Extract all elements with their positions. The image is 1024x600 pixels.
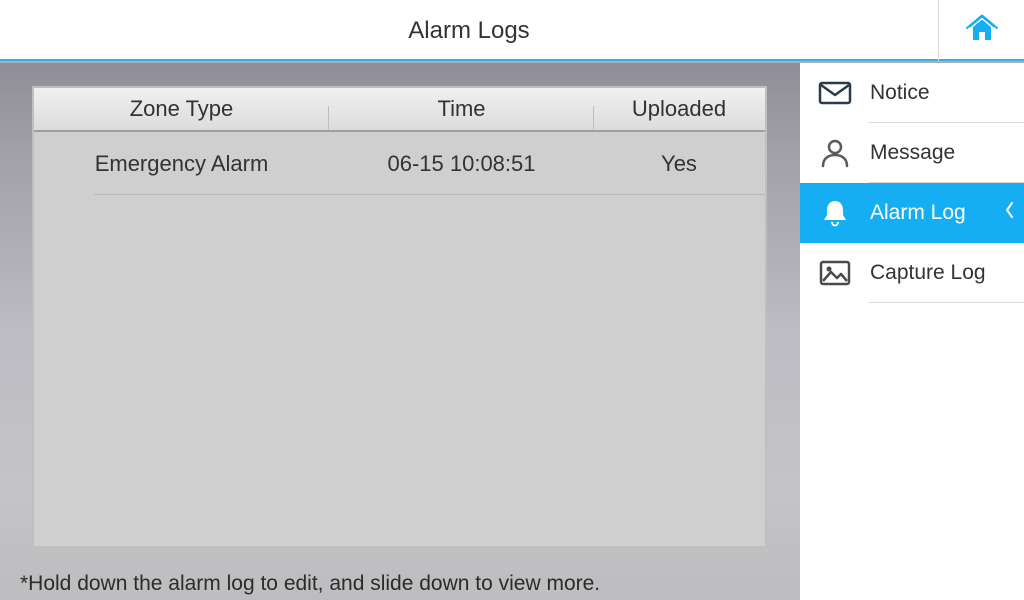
sidebar-item-alarm-log[interactable]: Alarm Log bbox=[800, 183, 1024, 243]
col-header-time-label: Time bbox=[437, 96, 485, 121]
col-header-zone-label: Zone Type bbox=[130, 96, 234, 121]
cell-uploaded: Yes bbox=[594, 151, 764, 177]
cell-zone: Emergency Alarm bbox=[34, 151, 329, 177]
hint-text: *Hold down the alarm log to edit, and sl… bbox=[20, 572, 790, 600]
sidebar: Notice Message Alarm Log bbox=[800, 63, 1024, 600]
chevron-left-icon bbox=[1004, 201, 1014, 225]
col-header-time: Time bbox=[329, 96, 594, 122]
sidebar-item-label: Notice bbox=[870, 81, 930, 105]
page-title: Alarm Logs bbox=[0, 0, 938, 61]
bell-icon bbox=[818, 198, 852, 228]
col-header-uploaded: Uploaded bbox=[594, 96, 764, 122]
sidebar-item-message[interactable]: Message bbox=[800, 123, 1024, 183]
sidebar-item-label: Message bbox=[870, 141, 955, 165]
sidebar-item-capture-log[interactable]: Capture Log bbox=[800, 243, 1024, 303]
alarm-log-panel: Zone Type Time Uploaded Emergency Alarm … bbox=[32, 86, 767, 548]
table-header: Zone Type Time Uploaded bbox=[34, 88, 765, 132]
sidebar-item-label: Capture Log bbox=[870, 261, 986, 285]
envelope-icon bbox=[818, 78, 852, 108]
menu-separator bbox=[868, 302, 1024, 303]
home-icon bbox=[966, 13, 998, 48]
person-icon bbox=[818, 138, 852, 168]
home-button[interactable] bbox=[938, 0, 1024, 61]
sidebar-item-notice[interactable]: Notice bbox=[800, 63, 1024, 123]
table-body[interactable]: Emergency Alarm 06-15 10:08:51 Yes bbox=[34, 134, 765, 546]
sidebar-item-label: Alarm Log bbox=[870, 201, 966, 225]
table-row[interactable]: Emergency Alarm 06-15 10:08:51 Yes bbox=[34, 134, 765, 194]
cell-time: 06-15 10:08:51 bbox=[329, 151, 594, 177]
header: Alarm Logs bbox=[0, 0, 1024, 61]
col-header-zone: Zone Type bbox=[34, 96, 329, 122]
row-separator bbox=[94, 194, 765, 195]
picture-icon bbox=[818, 258, 852, 288]
col-header-uploaded-label: Uploaded bbox=[632, 96, 726, 121]
